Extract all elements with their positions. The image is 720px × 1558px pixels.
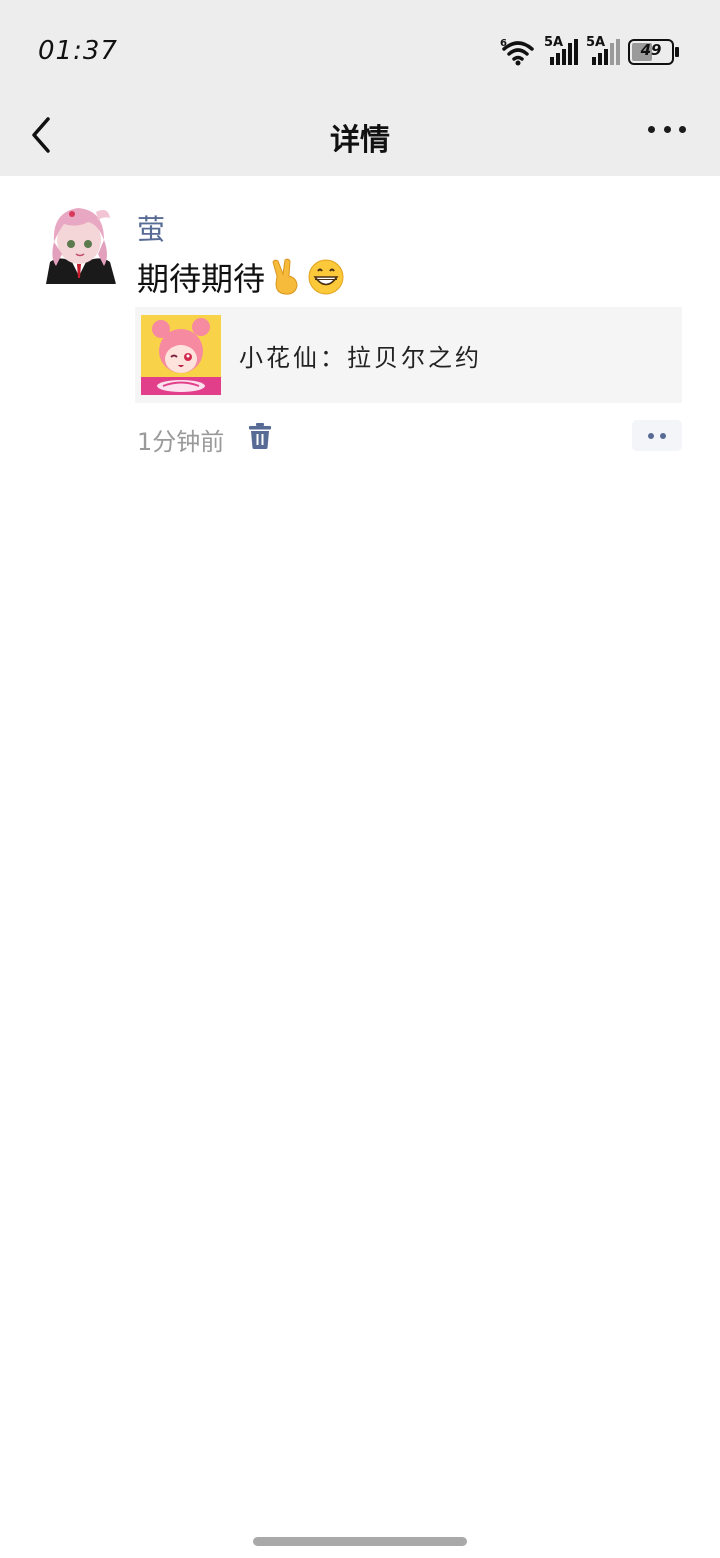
link-thumbnail bbox=[141, 315, 221, 395]
post-timestamp: 1分钟前 bbox=[137, 428, 225, 456]
signal-bars-icon bbox=[592, 39, 620, 65]
anime-girl-avatar-image bbox=[38, 202, 120, 284]
ellipsis-dot bbox=[648, 125, 655, 133]
status-time: 01:37 bbox=[38, 36, 118, 66]
status-bar: 01:37 6 5A 5A 49 bbox=[0, 0, 720, 95]
navigation-bar: 详情 bbox=[0, 95, 720, 176]
battery-level: 49 bbox=[640, 41, 662, 59]
battery-icon: 49 bbox=[628, 39, 680, 65]
post-content: 期待期待 bbox=[137, 254, 345, 300]
shared-link-card[interactable]: 小花仙：拉贝尔之约 bbox=[135, 307, 682, 403]
victory-hand-emoji bbox=[272, 258, 298, 295]
ellipsis-dot bbox=[663, 125, 671, 133]
flower-fairy-game-thumbnail bbox=[141, 315, 221, 395]
home-indicator[interactable] bbox=[253, 1537, 467, 1546]
ellipsis-dot bbox=[660, 432, 666, 439]
signal-2: 5A bbox=[586, 35, 620, 67]
username[interactable]: 萤 bbox=[137, 208, 165, 248]
page-title: 详情 bbox=[330, 123, 390, 158]
delete-button[interactable] bbox=[247, 422, 273, 450]
grinning-face-emoji bbox=[308, 259, 344, 295]
ellipsis-dot bbox=[679, 125, 686, 133]
post-text: 期待期待 bbox=[137, 260, 266, 298]
status-icons: 6 5A 5A 49 bbox=[500, 35, 680, 68]
link-title: 小花仙：拉贝尔之约 bbox=[239, 343, 482, 372]
svg-text:6: 6 bbox=[500, 38, 507, 49]
ellipsis-dot bbox=[648, 432, 654, 439]
avatar[interactable] bbox=[38, 202, 120, 284]
signal-1: 5A bbox=[544, 35, 578, 67]
signal-bars-icon bbox=[550, 39, 578, 65]
like-comment-button[interactable] bbox=[632, 420, 682, 451]
post-meta: 1分钟前 bbox=[137, 420, 682, 456]
wifi-icon: 6 bbox=[500, 38, 534, 66]
trash-icon bbox=[249, 423, 271, 449]
more-options-button[interactable] bbox=[648, 121, 686, 137]
